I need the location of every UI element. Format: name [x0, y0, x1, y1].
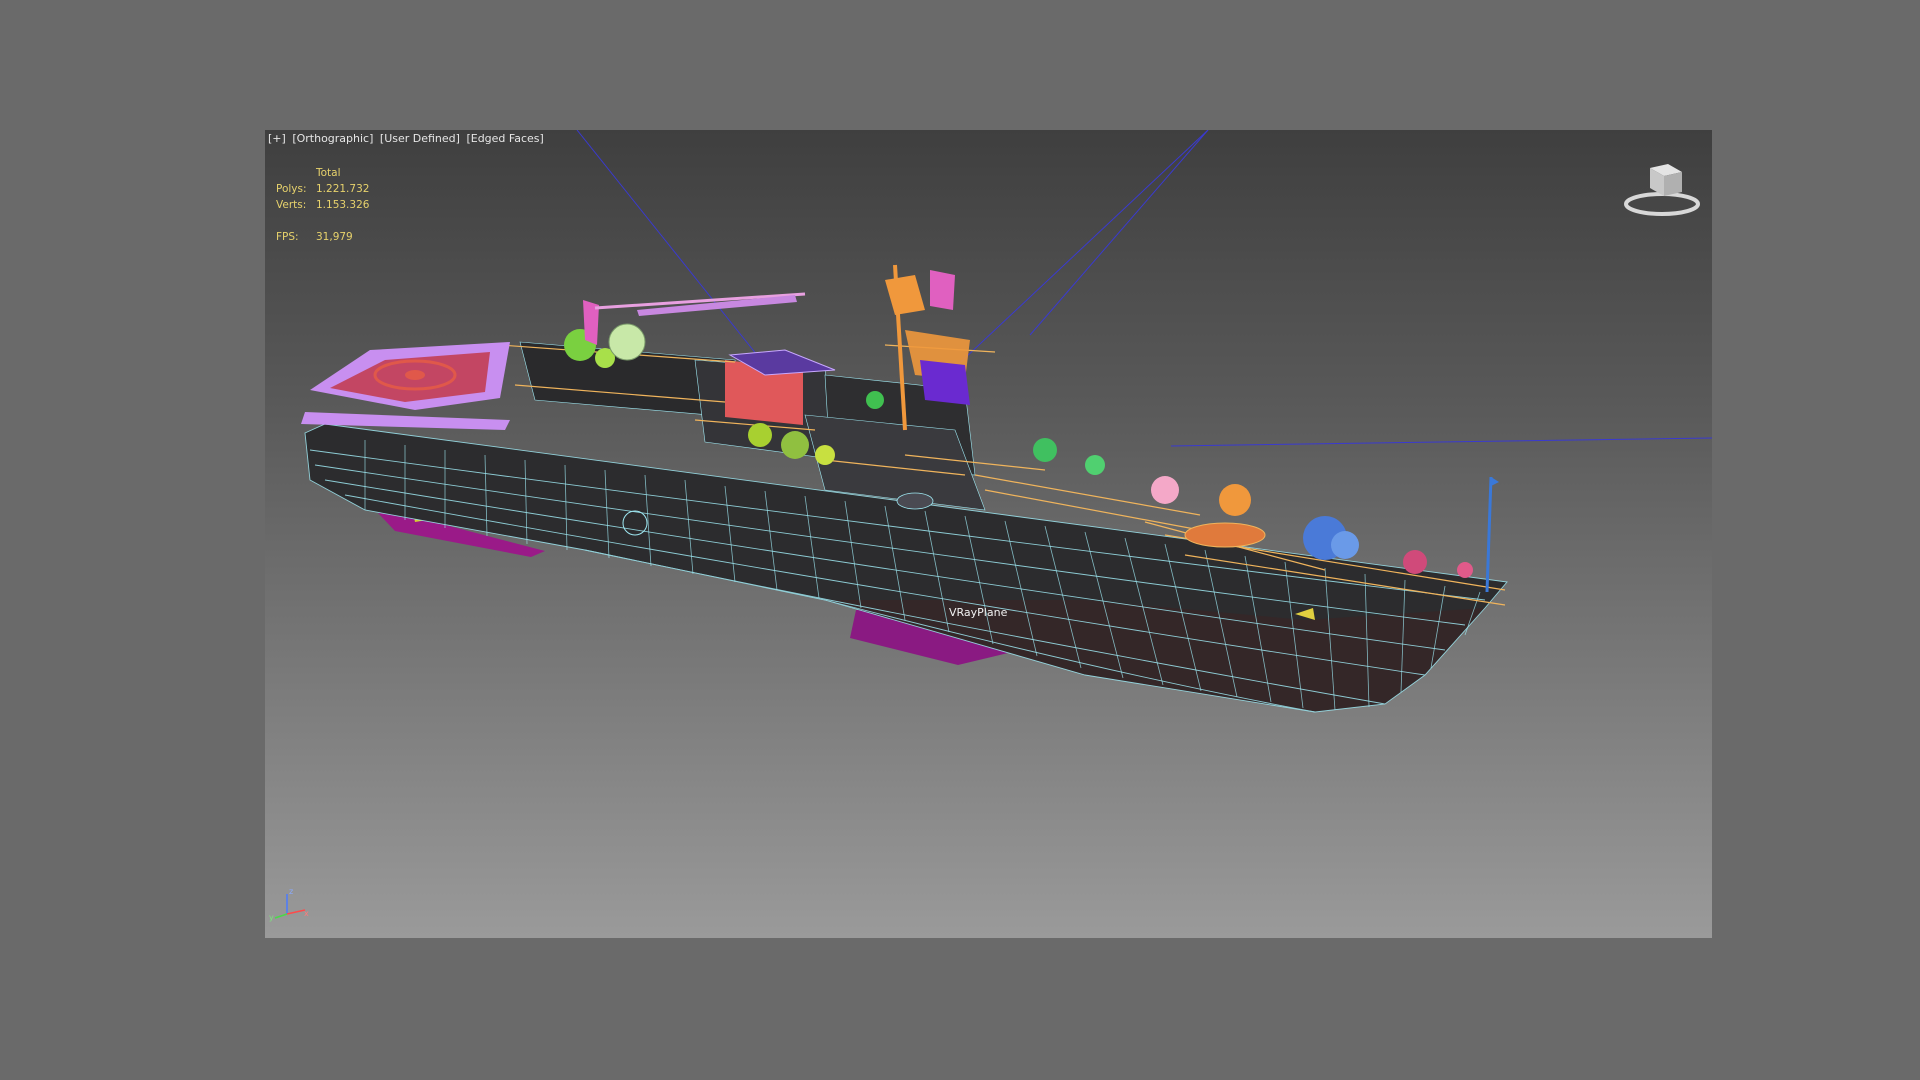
verts-value: 1.153.326 — [316, 199, 370, 211]
svg-text:x: x — [304, 909, 309, 918]
polys-label: Polys: — [276, 183, 307, 195]
viewport-menu-plus[interactable]: [+] — [268, 132, 286, 145]
polys-value: 1.221.732 — [316, 183, 370, 195]
fps-value: 31,979 — [316, 231, 353, 243]
viewcube-icon[interactable] — [1622, 160, 1702, 220]
radome — [608, 323, 646, 361]
viewport-perspective[interactable]: [+] [Orthographic] [User Defined] [Edged… — [265, 130, 1712, 938]
viewport-display-mode[interactable]: [Edged Faces] — [466, 132, 543, 145]
viewport-label[interactable]: [+] [Orthographic] [User Defined] [Edged… — [268, 132, 547, 145]
helipad[interactable] — [301, 342, 510, 430]
axis-tripod-icon: z x y — [269, 887, 309, 922]
fps-label: FPS: — [276, 231, 299, 243]
jack-staff — [1485, 476, 1499, 593]
vray-plane-label: VRayPlane — [949, 606, 1008, 619]
scene-canvas[interactable] — [265, 130, 1712, 938]
svg-text:z: z — [289, 887, 293, 896]
stats-header: Total — [316, 167, 341, 179]
verts-label: Verts: — [276, 199, 307, 211]
svg-text:y: y — [269, 913, 274, 922]
statistics-overlay: Total Polys: 1.221.732 Verts: 1.153.326 FP… — [276, 165, 369, 245]
viewport-view-mode[interactable]: [Orthographic] — [292, 132, 373, 145]
viewport-shading-mode[interactable]: [User Defined] — [380, 132, 460, 145]
